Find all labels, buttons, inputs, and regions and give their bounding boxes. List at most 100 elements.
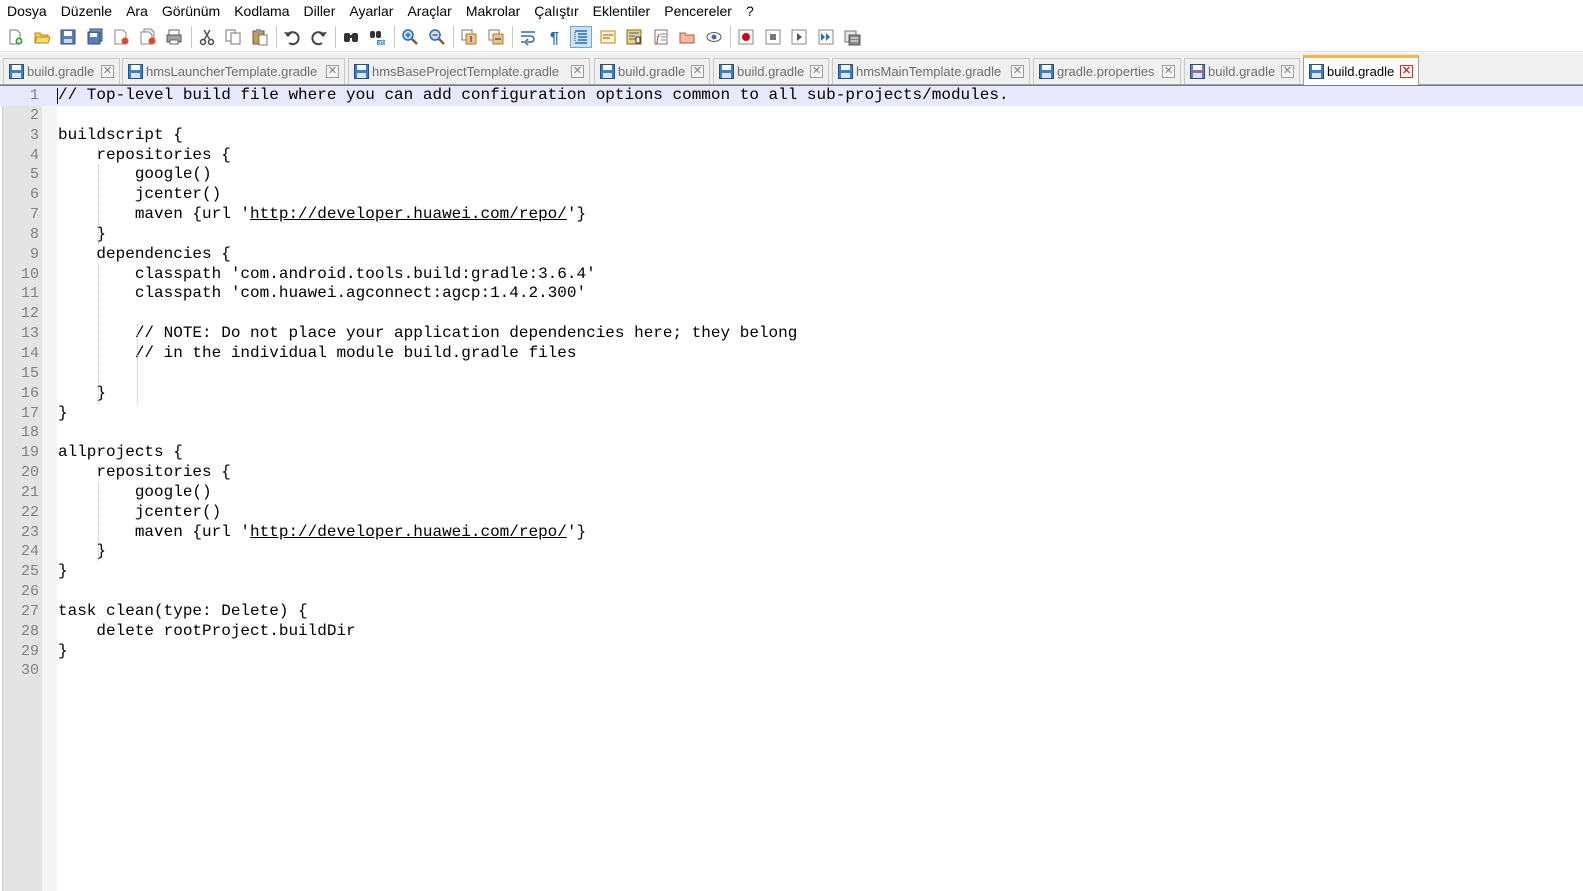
code-text[interactable]: task clean(type: Delete) {	[58, 602, 308, 622]
close-all-button[interactable]	[137, 26, 159, 48]
redo-button[interactable]	[308, 26, 330, 48]
sync-horizontal-button[interactable]	[485, 26, 507, 48]
code-area[interactable]: 1 // Top-level build file where you can a…	[0, 86, 1583, 681]
find-button[interactable]	[340, 26, 362, 48]
paste-button[interactable]	[249, 26, 271, 48]
code-line[interactable]: 30	[0, 661, 1583, 681]
close-tab-icon[interactable]: ✕	[571, 65, 584, 78]
tab-build-gradle[interactable]: build.gradle ✕	[1184, 58, 1300, 84]
menu-item-eklentiler[interactable]: Eklentiler	[586, 0, 658, 23]
cut-button[interactable]	[196, 26, 218, 48]
code-text[interactable]: // NOTE: Do not place your application d…	[58, 324, 798, 344]
code-line[interactable]: 7 maven {url 'http://developer.huawei.co…	[0, 205, 1583, 225]
code-line[interactable]: 26	[0, 582, 1583, 602]
code-line[interactable]: 20 repositories {	[0, 463, 1583, 483]
close-tab-icon[interactable]: ✕	[1400, 65, 1413, 78]
zoom-out-button[interactable]	[426, 26, 448, 48]
code-line[interactable]: 18	[0, 423, 1583, 443]
code-line[interactable]: 15	[0, 364, 1583, 384]
code-line[interactable]: 16 }	[0, 384, 1583, 404]
code-text[interactable]: repositories {	[58, 146, 230, 166]
word-wrap-button[interactable]	[517, 26, 539, 48]
menu-item-diller[interactable]: Diller	[296, 0, 342, 23]
code-text[interactable]: // in the individual module build.gradle…	[58, 344, 577, 364]
tab-hmsmaintemplate-gradle[interactable]: hmsMainTemplate.gradle ✕	[832, 58, 1030, 84]
code-line[interactable]: 10 classpath 'com.android.tools.build:gr…	[0, 265, 1583, 285]
code-text[interactable]: jcenter()	[58, 503, 221, 523]
code-line[interactable]: 22 jcenter()	[0, 503, 1583, 523]
tab-hmsbaseprojecttemplate-gradle[interactable]: hmsBaseProjectTemplate.gradle ✕	[348, 58, 590, 84]
code-text[interactable]: repositories {	[58, 463, 230, 483]
code-line[interactable]: 24 }	[0, 542, 1583, 562]
close-file-button[interactable]	[110, 26, 132, 48]
code-text[interactable]: }	[58, 562, 68, 582]
sync-vertical-button[interactable]	[458, 26, 480, 48]
code-line[interactable]: 17}	[0, 404, 1583, 424]
undo-button[interactable]	[281, 26, 303, 48]
copy-button[interactable]	[222, 26, 244, 48]
url-link[interactable]: http://developer.huawei.com/repo/	[250, 205, 567, 223]
menu-item-düzenle[interactable]: Düzenle	[54, 0, 119, 23]
code-line[interactable]: 11 classpath 'com.huawei.agconnect:agcp:…	[0, 284, 1583, 304]
code-line[interactable]: 6 jcenter()	[0, 185, 1583, 205]
menu-item-dosya[interactable]: Dosya	[0, 0, 54, 23]
code-line[interactable]: 25}	[0, 562, 1583, 582]
close-tab-icon[interactable]: ✕	[326, 65, 339, 78]
code-line[interactable]: 29}	[0, 642, 1583, 662]
run-macro-multiple-button[interactable]	[815, 26, 837, 48]
close-tab-icon[interactable]: ✕	[101, 65, 114, 78]
code-line[interactable]: 2	[0, 106, 1583, 126]
code-line[interactable]: 5 google()	[0, 165, 1583, 185]
stop-record-button[interactable]	[762, 26, 784, 48]
tab-hmslaunchertemplate-gradle[interactable]: hmsLauncherTemplate.gradle ✕	[122, 58, 345, 84]
play-macro-button[interactable]	[788, 26, 810, 48]
code-line[interactable]: 19 allprojects {	[0, 443, 1583, 463]
indent-guide-button[interactable]	[570, 26, 592, 48]
code-line[interactable]: 9 dependencies {	[0, 245, 1583, 265]
open-file-button[interactable]	[31, 26, 53, 48]
code-text[interactable]: google()	[58, 165, 212, 185]
menu-item-araçlar[interactable]: Araçlar	[400, 0, 458, 23]
replace-button[interactable]: ab	[367, 26, 389, 48]
function-list-button[interactable]: f	[650, 26, 672, 48]
code-line[interactable]: 14 // in the individual module build.gra…	[0, 344, 1583, 364]
menu-item-görünüm[interactable]: Görünüm	[155, 0, 227, 23]
record-macro-button[interactable]	[735, 26, 757, 48]
new-file-button[interactable]	[4, 26, 26, 48]
url-link[interactable]: http://developer.huawei.com/repo/	[250, 523, 567, 541]
code-text[interactable]: allprojects {	[58, 443, 183, 463]
code-text[interactable]: classpath 'com.huawei.agconnect:agcp:1.4…	[58, 284, 586, 304]
tab-build-gradle[interactable]: build.gradle ✕	[713, 58, 829, 84]
menu-item-kodlama[interactable]: Kodlama	[227, 0, 296, 23]
tab-build-gradle[interactable]: build.gradle ✕	[594, 58, 710, 84]
code-line[interactable]: 1 // Top-level build file where you can a…	[0, 86, 1583, 106]
code-line[interactable]: 12	[0, 304, 1583, 324]
close-tab-icon[interactable]: ✕	[810, 65, 823, 78]
show-all-chars-button[interactable]: ¶	[544, 26, 566, 48]
doc-map-button[interactable]	[623, 26, 645, 48]
code-text[interactable]: classpath 'com.android.tools.build:gradl…	[58, 265, 596, 285]
code-text[interactable]: buildscript {	[58, 126, 183, 146]
code-line[interactable]: 8 }	[0, 225, 1583, 245]
close-tab-icon[interactable]: ✕	[1281, 65, 1294, 78]
menu-item-çalıştır[interactable]: Çalıştır	[527, 0, 585, 23]
print-button[interactable]	[163, 26, 185, 48]
code-text[interactable]: google()	[58, 483, 212, 503]
monitoring-button[interactable]	[703, 26, 725, 48]
menu-item-ayarlar[interactable]: Ayarlar	[342, 0, 400, 23]
tab-build-gradle[interactable]: build.gradle ✕	[1303, 55, 1419, 85]
menu-item-makrolar[interactable]: Makrolar	[459, 0, 527, 23]
code-text[interactable]: dependencies {	[58, 245, 230, 265]
save-button[interactable]	[57, 26, 79, 48]
code-text[interactable]: }	[58, 642, 68, 662]
zoom-in-button[interactable]	[399, 26, 421, 48]
tab-gradle-properties[interactable]: gradle.properties ✕	[1033, 58, 1181, 84]
code-text[interactable]: delete rootProject.buildDir	[58, 622, 355, 642]
close-tab-icon[interactable]: ✕	[1011, 65, 1024, 78]
code-line[interactable]: 13 // NOTE: Do not place your applicatio…	[0, 324, 1583, 344]
menu-item-help[interactable]: ?	[739, 0, 761, 23]
folder-workspace-button[interactable]	[676, 26, 698, 48]
save-all-button[interactable]	[84, 26, 106, 48]
language-button[interactable]	[597, 26, 619, 48]
tab-build-gradle[interactable]: build.gradle ✕	[3, 58, 120, 84]
